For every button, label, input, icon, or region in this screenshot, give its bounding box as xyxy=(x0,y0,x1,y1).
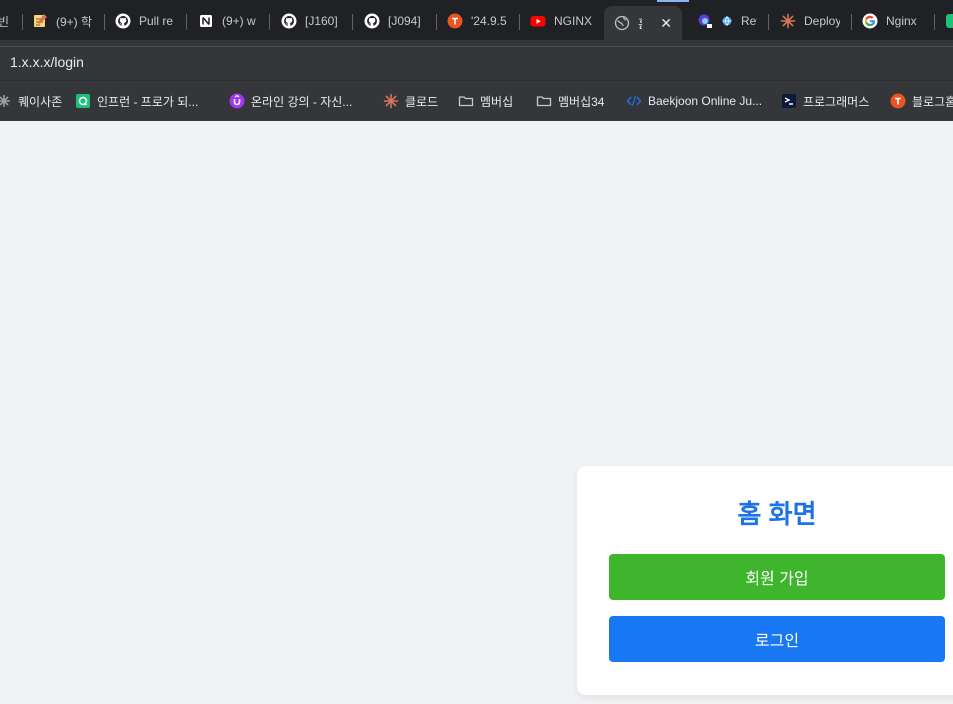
tab-12[interactable]: Nginx xyxy=(862,6,924,36)
google-icon xyxy=(862,13,878,29)
tab-label: Nginx xyxy=(886,14,917,28)
bookmark-udemy[interactable]: 온라인 강의 - 자신... xyxy=(229,91,352,111)
tab-3[interactable]: Pull re xyxy=(115,6,175,36)
tab-label: Pull re xyxy=(139,14,174,28)
bookmark-label: 클로드 xyxy=(405,94,439,109)
url-text[interactable]: 1.x.x.x/login xyxy=(10,54,84,70)
bookmark-quasarzone[interactable]: 퀘이사존 xyxy=(0,91,62,111)
bookmark-folder-membership[interactable]: 멤버십 xyxy=(458,91,513,111)
page-viewport: 홈 화면 회원 가입 로그인 xyxy=(0,121,953,704)
tab-label: 빈 xyxy=(0,14,10,29)
bookmark-label: 멤버십 xyxy=(480,94,514,109)
bookmarks-bar: 퀘이사존 인프런 - 프로가 되... 온라인 강의 - 자신... 클로드 멤… xyxy=(0,80,953,121)
tab-11[interactable]: Deploy xyxy=(780,6,840,36)
code-icon xyxy=(626,93,642,109)
tab-8[interactable]: NGINX xyxy=(530,6,592,36)
quasarzone-icon xyxy=(0,93,12,109)
bookmark-folder-membership34[interactable]: 멤버십34 xyxy=(536,91,604,111)
app-icon xyxy=(697,13,713,29)
claude-icon xyxy=(780,13,796,29)
tab-separator xyxy=(22,14,23,30)
close-tab-icon[interactable]: ✕ xyxy=(660,15,672,32)
tab-separator xyxy=(519,14,520,30)
bookmark-label: 멤버십34 xyxy=(558,94,605,109)
tab-separator xyxy=(269,14,270,30)
bookmark-label: Baekjoon Online Ju... xyxy=(648,94,763,108)
tab-13[interactable] xyxy=(945,6,953,36)
bookmark-label: 퀘이사존 xyxy=(18,94,63,109)
bookmark-inflearn[interactable]: 인프런 - 프로가 되... xyxy=(75,91,198,111)
github-icon xyxy=(115,13,131,29)
udemy-icon xyxy=(229,93,245,109)
tab-separator xyxy=(768,14,769,30)
tab-label: 홈 xyxy=(638,15,642,32)
memo-icon xyxy=(32,13,48,29)
tab-label: Deploy xyxy=(804,14,840,28)
bookmark-blog[interactable]: 블로그홈 xyxy=(890,91,953,111)
tab-label: Rev xyxy=(741,14,757,28)
bookmark-label: 프로그래머스 xyxy=(803,94,870,109)
tab-label: [J094] xyxy=(388,14,421,28)
tab-label: '24.9.5 xyxy=(471,14,507,28)
tab-10[interactable]: Rev xyxy=(697,6,757,36)
bookmark-programmers[interactable]: 프로그래머스 xyxy=(781,91,869,111)
bookmark-label: 인프런 - 프로가 되... xyxy=(97,94,199,109)
active-tab-indicator xyxy=(657,0,689,2)
tab-5[interactable]: [J160] xyxy=(281,6,341,36)
tab-strip: 빈 (9+) 학 Pull re (9+) w [J160] [J094] '2… xyxy=(0,0,953,40)
tab-separator xyxy=(352,14,353,30)
tab-separator xyxy=(186,14,187,30)
globe-icon xyxy=(721,13,733,29)
tab-9-active[interactable]: 홈 ✕ xyxy=(604,6,682,40)
bookmark-claude[interactable]: 클로드 xyxy=(383,91,438,111)
tab-6[interactable]: [J094] xyxy=(364,6,424,36)
inflearn-icon xyxy=(75,93,91,109)
tab-label: [J160] xyxy=(305,14,338,28)
github-icon xyxy=(281,13,297,29)
login-button[interactable]: 로그인 xyxy=(609,616,945,662)
tab-label: NGINX xyxy=(554,14,592,28)
tistory-icon xyxy=(447,13,463,29)
tab-separator xyxy=(104,14,105,30)
youtube-icon xyxy=(530,13,546,29)
tab-separator xyxy=(436,14,437,30)
github-icon xyxy=(364,13,380,29)
programmers-icon xyxy=(781,93,797,109)
signup-button[interactable]: 회원 가입 xyxy=(609,554,945,600)
tab-4[interactable]: (9+) w xyxy=(198,6,258,36)
tab-separator xyxy=(851,14,852,30)
tab-7[interactable]: '24.9.5 xyxy=(447,6,509,36)
tistory-icon xyxy=(890,93,906,109)
browser-toolbar: 1.x.x.x/login xyxy=(0,40,953,80)
notion-icon xyxy=(198,13,214,29)
globe-icon xyxy=(614,15,630,31)
page-title: 홈 화면 xyxy=(737,499,817,529)
home-card: 홈 화면 회원 가입 로그인 xyxy=(577,466,953,695)
folder-icon xyxy=(458,93,474,109)
bookmark-label: 온라인 강의 - 자신... xyxy=(251,94,353,109)
tab-label: (9+) w xyxy=(222,14,256,28)
tab-1[interactable]: 빈 xyxy=(0,6,10,36)
address-bar[interactable]: 1.x.x.x/login xyxy=(0,46,953,77)
tab-separator xyxy=(934,14,935,30)
bookmark-baekjoon[interactable]: Baekjoon Online Ju... xyxy=(626,91,762,111)
claude-icon xyxy=(383,93,399,109)
extension-icon xyxy=(945,13,953,29)
folder-icon xyxy=(536,93,552,109)
bookmark-label: 블로그홈 xyxy=(912,94,953,109)
tab-2[interactable]: (9+) 학 xyxy=(32,6,92,36)
tab-label: (9+) 학 xyxy=(56,14,92,29)
